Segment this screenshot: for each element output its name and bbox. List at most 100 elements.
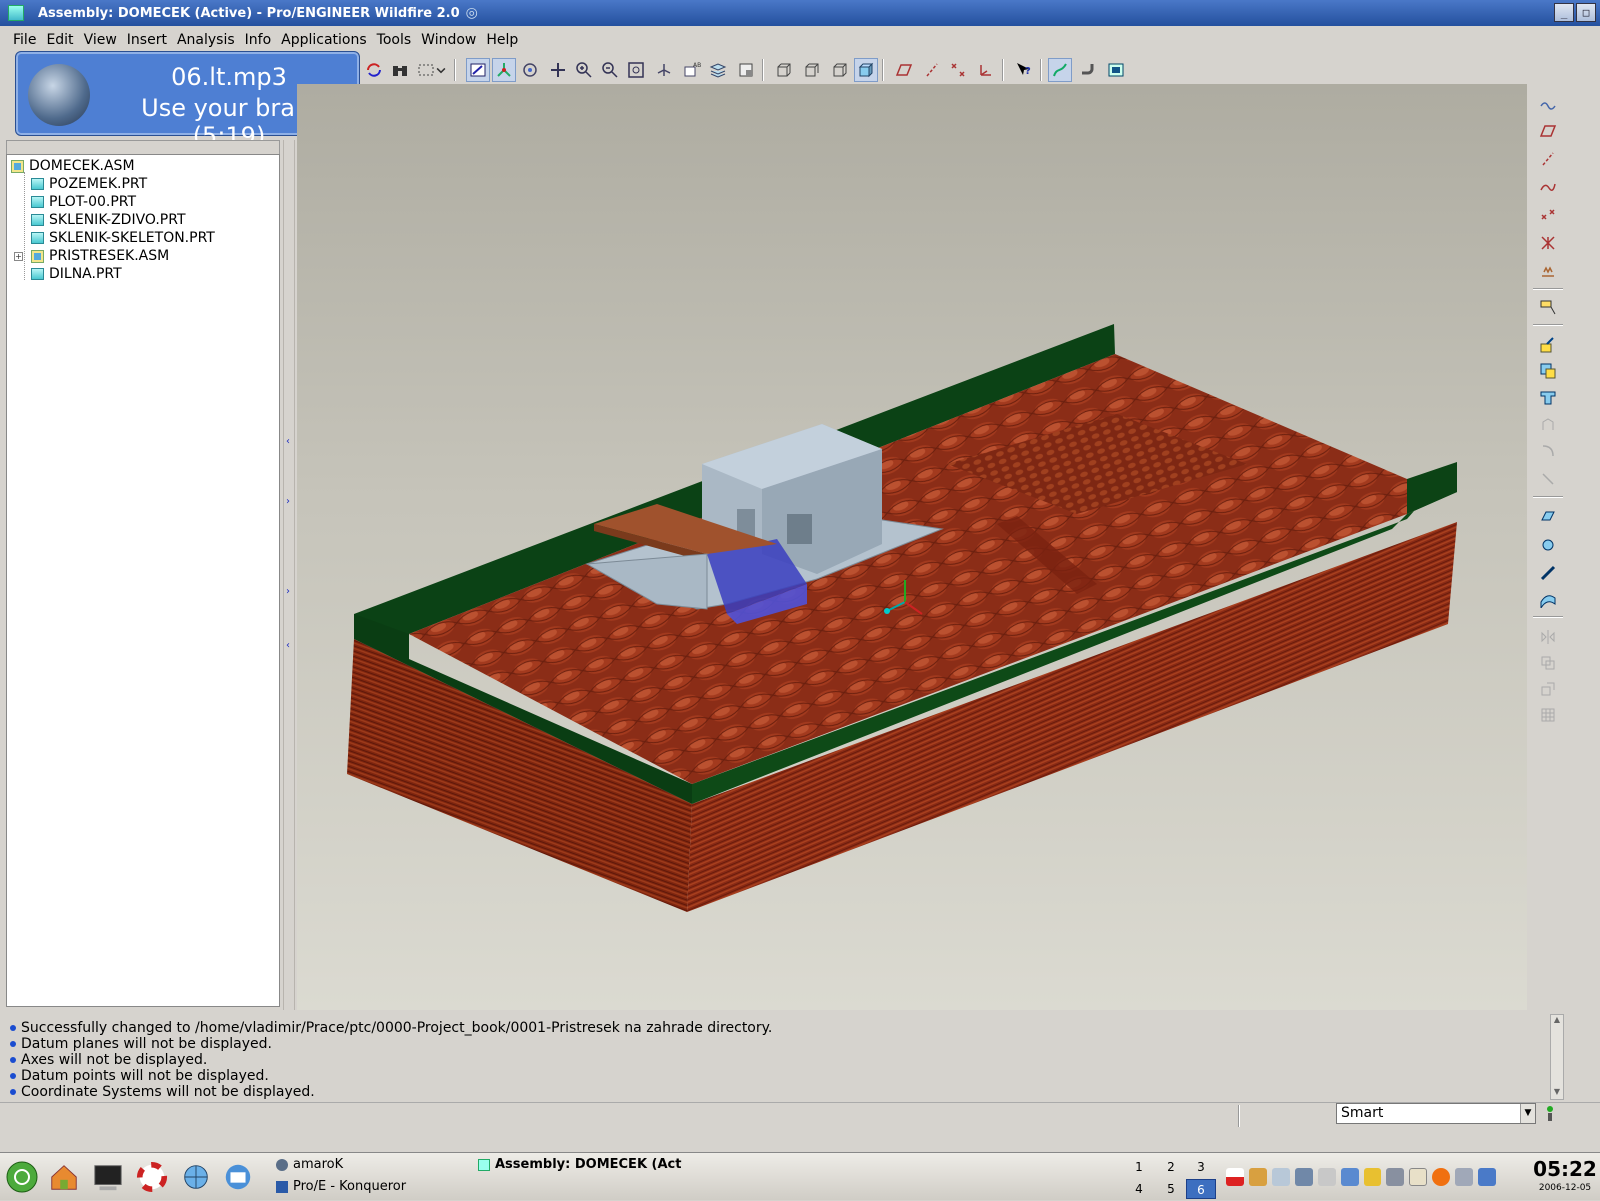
kgpg-icon[interactable] xyxy=(1409,1168,1428,1186)
csys-icon[interactable] xyxy=(974,58,998,82)
context-help-icon[interactable]: ? xyxy=(1012,58,1036,82)
assemble-icon[interactable] xyxy=(1537,334,1559,356)
tree-splitter[interactable]: ‹ › › ‹ xyxy=(283,140,295,1010)
graphics-window[interactable] xyxy=(297,84,1527,1010)
tree-item[interactable]: SKLENIK-ZDIVO.PRT xyxy=(31,211,186,229)
window-list-icon[interactable] xyxy=(1478,1168,1497,1186)
refit-icon[interactable] xyxy=(624,58,648,82)
view-manager-icon[interactable] xyxy=(734,58,758,82)
rib-icon[interactable] xyxy=(1537,562,1559,584)
tree-item[interactable]: PLOT-00.PRT xyxy=(31,193,136,211)
analysis-feature-icon[interactable] xyxy=(1537,260,1559,282)
datum-curve-icon[interactable] xyxy=(1537,94,1559,116)
chevron-down-icon[interactable] xyxy=(434,58,448,82)
shell-icon[interactable] xyxy=(1537,534,1559,556)
surface-icon[interactable] xyxy=(1537,588,1559,610)
menu-edit[interactable]: Edit xyxy=(41,32,78,48)
task-amarok[interactable]: amaroK xyxy=(276,1157,343,1172)
expand-right-icon[interactable]: › xyxy=(286,496,292,507)
desktop-3[interactable]: 3 xyxy=(1186,1157,1216,1177)
pipe-icon[interactable] xyxy=(1076,58,1100,82)
keyboard-layout-flag-icon[interactable] xyxy=(1226,1168,1244,1186)
tree-item[interactable]: DILNA.PRT xyxy=(31,265,122,283)
coordinate-system-icon[interactable] xyxy=(1537,232,1559,254)
update-alert-icon[interactable] xyxy=(1432,1168,1451,1186)
find-icon[interactable] xyxy=(388,58,412,82)
datum-point-icon[interactable] xyxy=(1537,204,1559,226)
pan-icon[interactable] xyxy=(546,58,570,82)
regenerate-icon[interactable] xyxy=(362,58,386,82)
help-lifebuoy-icon[interactable] xyxy=(134,1159,170,1195)
datum-plane-icon[interactable] xyxy=(1537,120,1559,142)
minimize-button[interactable]: _ xyxy=(1554,3,1574,22)
volume-icon[interactable] xyxy=(1294,1168,1313,1186)
scroll-down-icon[interactable]: ▼ xyxy=(1551,1087,1563,1099)
no-hidden-icon[interactable] xyxy=(828,58,852,82)
klipper-icon[interactable] xyxy=(1248,1168,1267,1186)
desktop-2[interactable]: 2 xyxy=(1156,1157,1186,1177)
mouse-icon[interactable] xyxy=(1317,1168,1336,1186)
zoom-in-icon[interactable] xyxy=(572,58,596,82)
datum-points-icon[interactable] xyxy=(946,58,970,82)
create-component-icon[interactable] xyxy=(1537,360,1559,382)
tree-item[interactable]: POZEMEK.PRT xyxy=(31,175,147,193)
annotation-icon[interactable] xyxy=(1537,296,1559,318)
menu-applications[interactable]: Applications xyxy=(276,32,372,48)
draft-icon[interactable] xyxy=(1537,506,1559,528)
selection-filter[interactable]: Smart xyxy=(1336,1103,1536,1124)
menu-analysis[interactable]: Analysis xyxy=(172,32,240,48)
expand-right-icon[interactable]: › xyxy=(286,586,292,597)
expand-icon[interactable]: + xyxy=(14,252,23,261)
datum-axes-icon[interactable] xyxy=(920,58,944,82)
shading-icon[interactable] xyxy=(854,58,878,82)
desktop-4[interactable]: 4 xyxy=(1124,1179,1154,1199)
reorient-icon[interactable] xyxy=(652,58,676,82)
model-tree-header[interactable] xyxy=(6,140,280,154)
maximize-button[interactable]: □ xyxy=(1576,3,1596,22)
saved-views-icon[interactable]: AB xyxy=(680,58,704,82)
collapse-left-icon[interactable]: ‹ xyxy=(286,436,292,447)
network-icon[interactable] xyxy=(1340,1168,1359,1186)
menu-view[interactable]: View xyxy=(79,32,122,48)
view-display-icon[interactable] xyxy=(1104,58,1128,82)
tree-item[interactable]: SKLENIK-SKELETON.PRT xyxy=(31,229,215,247)
mail-icon[interactable] xyxy=(220,1159,256,1195)
tree-item[interactable]: PRISTRESEK.ASM xyxy=(31,247,169,265)
menu-info[interactable]: Info xyxy=(240,32,277,48)
task-konqueror[interactable]: Pro/E - Konqueror xyxy=(276,1179,406,1194)
datum-axis-icon[interactable] xyxy=(1537,148,1559,170)
zoom-out-icon[interactable] xyxy=(598,58,622,82)
desktop-1[interactable]: 1 xyxy=(1124,1157,1154,1177)
menu-file[interactable]: File xyxy=(8,32,41,48)
scroll-up-icon[interactable]: ▲ xyxy=(1551,1015,1563,1027)
menu-tools[interactable]: Tools xyxy=(372,32,417,48)
menu-window[interactable]: Window xyxy=(416,32,481,48)
tree-item-root[interactable]: DOMECEK.ASM xyxy=(11,157,135,175)
datum-planes-icon[interactable] xyxy=(892,58,916,82)
printer-icon[interactable] xyxy=(1386,1168,1405,1186)
hidden-line-icon[interactable] xyxy=(800,58,824,82)
desktop-6[interactable]: 6 xyxy=(1186,1179,1216,1199)
sketch-curve-icon[interactable] xyxy=(1048,58,1072,82)
sketched-curve-icon[interactable] xyxy=(1537,176,1559,198)
orient-mode-icon[interactable] xyxy=(518,58,542,82)
repaint-icon[interactable] xyxy=(466,58,490,82)
desktop-5[interactable]: 5 xyxy=(1156,1179,1186,1199)
message-scrollbar[interactable]: ▲ ▼ xyxy=(1550,1014,1564,1100)
clock[interactable]: 05:22 xyxy=(1532,1157,1598,1181)
task-proe[interactable]: Assembly: DOMECEK (Act xyxy=(478,1157,681,1172)
spin-center-icon[interactable] xyxy=(492,58,516,82)
search-icon[interactable] xyxy=(1271,1168,1290,1186)
eraser-icon[interactable] xyxy=(1363,1168,1382,1186)
app-icon[interactable] xyxy=(8,5,24,21)
satellite-icon[interactable] xyxy=(1455,1168,1474,1186)
wireframe-icon[interactable] xyxy=(772,58,796,82)
home-icon[interactable] xyxy=(46,1159,82,1195)
menu-insert[interactable]: Insert xyxy=(122,32,172,48)
terminal-icon[interactable] xyxy=(90,1159,126,1195)
collapse-left-icon[interactable]: ‹ xyxy=(286,640,292,651)
kmenu-icon[interactable] xyxy=(4,1159,40,1195)
chevron-down-icon[interactable]: ▼ xyxy=(1520,1104,1535,1123)
layers-icon[interactable] xyxy=(706,58,730,82)
network-globe-icon[interactable] xyxy=(178,1159,214,1195)
